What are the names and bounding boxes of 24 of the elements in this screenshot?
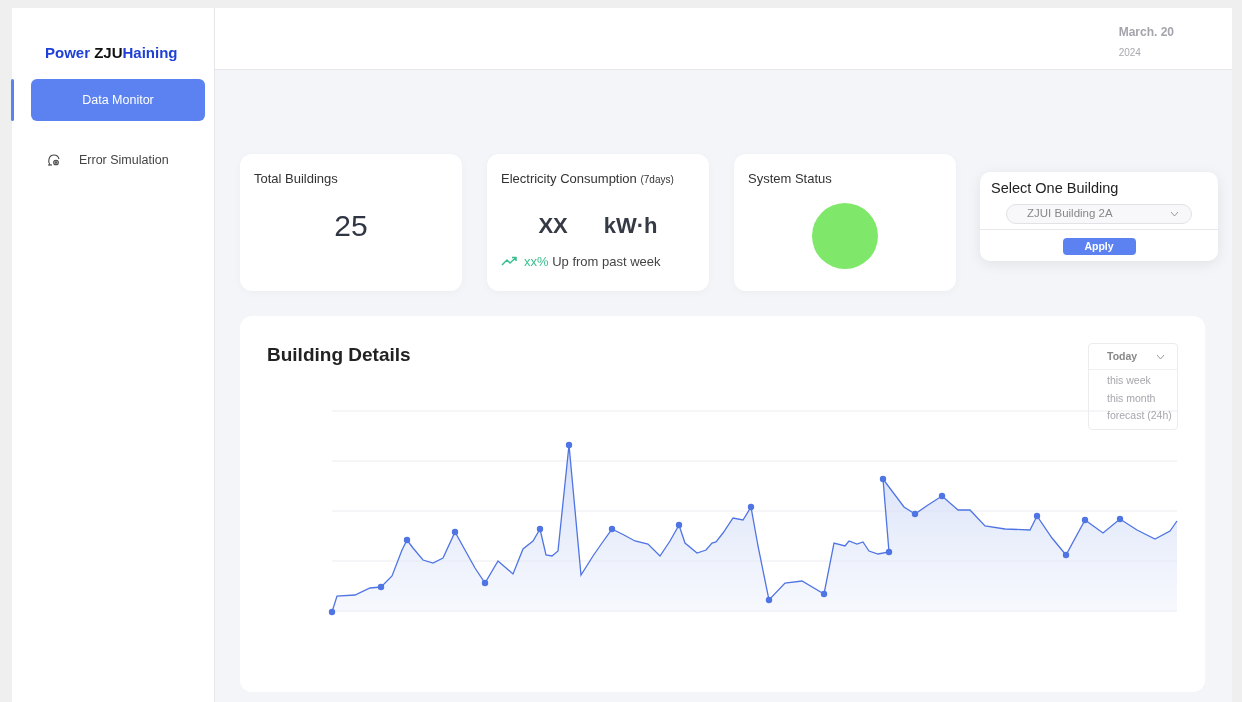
sidebar-item[interactable]: Error Simulation [31,139,205,181]
range-option[interactable]: this week [1089,371,1151,390]
card-title: System Status [748,170,833,188]
gear-bulb-icon [47,153,61,167]
card-title: Electricity Consumption (7days) [501,170,675,188]
trend-text: xx% Up from past week [524,252,661,271]
date-text: March. 20 [1118,24,1174,41]
range-option[interactable]: this month [1089,389,1156,408]
apply-button[interactable]: Apply [1062,237,1136,255]
card-title: Total Buildings [254,170,339,188]
range-option[interactable]: forecast (24h) [1089,407,1172,425]
chevron-down-icon [1170,210,1179,217]
range-option[interactable]: Today [1089,348,1177,370]
unit-label: kW·h [603,211,658,240]
section-title: Building Details [267,343,411,367]
chevron-down-icon [1156,353,1165,360]
year-text: 2024 [1118,46,1142,60]
stat-value: XX [538,211,568,240]
trend-up-icon [501,256,518,267]
building-dropdown[interactable]: ZJUI Building 2A [1006,203,1192,224]
active-indicator [11,79,14,121]
brand-logo: Power ZJUHaining [44,43,179,63]
card-title: Select One Building [990,179,1120,198]
stat-value: 25 [333,207,369,244]
